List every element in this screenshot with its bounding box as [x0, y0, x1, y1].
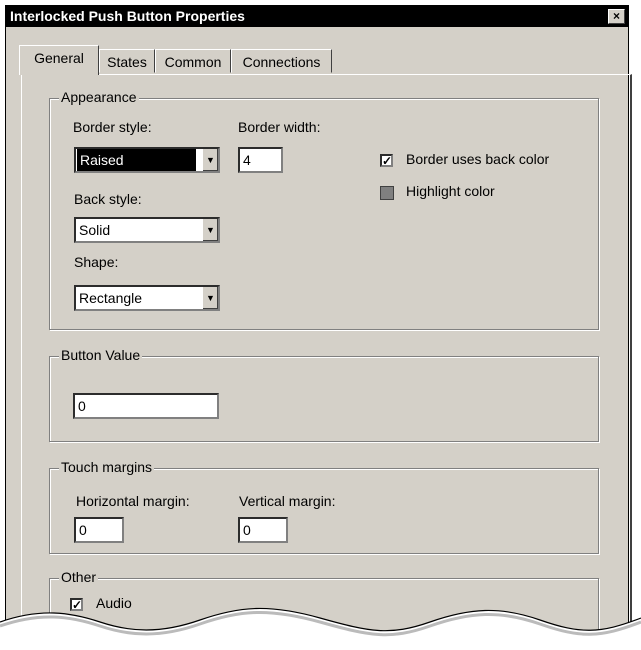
chevron-down-icon[interactable]: ▼: [202, 287, 218, 309]
button-value-group: Button Value 0: [49, 347, 599, 442]
shape-label: Shape:: [74, 254, 119, 270]
border-uses-back-color-label: Border uses back color: [406, 151, 550, 167]
back-style-select[interactable]: Solid ▼: [74, 217, 220, 243]
chevron-down-icon[interactable]: ▼: [202, 219, 218, 241]
tab-common[interactable]: Common: [155, 49, 231, 73]
other-legend: Other: [59, 569, 99, 585]
horizontal-margin-input[interactable]: 0: [74, 517, 124, 543]
title-bar[interactable]: Interlocked Push Button Properties ×: [6, 6, 628, 27]
close-button[interactable]: ×: [608, 9, 625, 24]
tab-general[interactable]: General: [19, 45, 99, 75]
dialog-title: Interlocked Push Button Properties: [10, 8, 245, 24]
tab-common-label: Common: [164, 54, 222, 70]
vertical-margin-value: 0: [243, 522, 251, 538]
appearance-legend: Appearance: [59, 89, 139, 105]
border-width-label: Border width:: [238, 119, 321, 135]
checkmark-icon: ✓: [382, 154, 393, 168]
shape-select[interactable]: Rectangle ▼: [74, 285, 220, 311]
border-uses-back-color-checkbox[interactable]: ✓: [380, 154, 393, 167]
border-width-input[interactable]: 4: [238, 147, 283, 173]
chevron-down-icon[interactable]: ▼: [202, 149, 218, 171]
vertical-margin-label: Vertical margin:: [239, 493, 336, 509]
border-width-value: 4: [243, 152, 251, 168]
back-style-label: Back style:: [74, 191, 142, 207]
tab-states-label: States: [107, 54, 147, 70]
tab-connections[interactable]: Connections: [231, 49, 332, 73]
border-style-label: Border style:: [73, 119, 152, 135]
back-style-value: Solid: [79, 222, 111, 238]
tab-connections-label: Connections: [242, 54, 321, 70]
button-value-text: 0: [78, 398, 86, 414]
torn-edge-decoration: [0, 607, 641, 650]
horizontal-margin-label: Horizontal margin:: [76, 493, 190, 509]
border-style-value: Raised: [77, 149, 196, 171]
shape-value: Rectangle: [79, 290, 143, 306]
tab-general-label: General: [34, 50, 84, 66]
touch-margins-legend: Touch margins: [59, 459, 155, 475]
highlight-color-swatch[interactable]: [380, 186, 394, 200]
vertical-margin-input[interactable]: 0: [238, 517, 288, 543]
properties-dialog: Interlocked Push Button Properties × Gen…: [5, 5, 632, 645]
appearance-group: Appearance Border style: Raised ▼ Border…: [49, 89, 599, 330]
button-value-legend: Button Value: [59, 347, 143, 363]
horizontal-margin-value: 0: [79, 522, 87, 538]
button-value-input[interactable]: 0: [73, 393, 219, 419]
touch-margins-group: Touch margins Horizontal margin: 0 Verti…: [49, 459, 599, 554]
tab-states[interactable]: States: [99, 49, 155, 73]
close-icon: ×: [612, 9, 620, 23]
highlight-color-label: Highlight color: [406, 183, 495, 199]
border-style-select[interactable]: Raised ▼: [74, 147, 220, 173]
